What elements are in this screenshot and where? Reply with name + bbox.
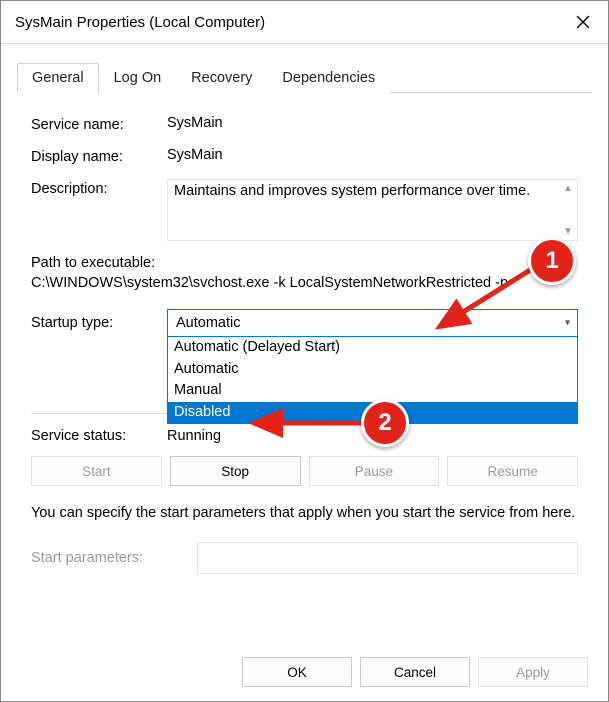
description-scrollbar[interactable]: ▲ ▼ (561, 182, 575, 238)
pause-button: Pause (309, 456, 440, 486)
dialog-button-row: OK Cancel Apply (242, 657, 588, 687)
annotation-arrow-2 (247, 413, 377, 433)
label-description: Description: (31, 179, 167, 197)
start-params-hint: You can specify the start parameters tha… (31, 504, 578, 524)
tab-strip: General Log On Recovery Dependencies (17, 62, 592, 93)
start-parameters-input (197, 542, 578, 574)
description-box[interactable]: Maintains and improves system performanc… (167, 179, 578, 241)
value-display-name: SysMain (167, 147, 223, 163)
description-text: Maintains and improves system performanc… (174, 183, 530, 199)
tab-body-general: Service name: SysMain Display name: SysM… (1, 93, 608, 602)
tab-recovery[interactable]: Recovery (176, 63, 267, 93)
label-service-name: Service name: (31, 115, 167, 133)
label-service-status: Service status: (31, 428, 167, 444)
tab-dependencies[interactable]: Dependencies (267, 63, 390, 93)
annotation-callout-1: 1 (528, 237, 576, 285)
startup-option-manual[interactable]: Manual (168, 380, 577, 402)
startup-type-selected: Automatic (176, 315, 240, 331)
tab-general[interactable]: General (17, 63, 99, 93)
value-service-status: Running (167, 428, 221, 444)
apply-button: Apply (478, 657, 588, 687)
scroll-down-icon[interactable]: ▼ (561, 225, 575, 239)
annotation-callout-2: 2 (361, 399, 409, 447)
properties-dialog: SysMain Properties (Local Computer) Gene… (0, 0, 609, 702)
ok-button[interactable]: OK (242, 657, 352, 687)
titlebar: SysMain Properties (Local Computer) (1, 1, 608, 44)
stop-button[interactable]: Stop (170, 456, 301, 486)
cancel-button[interactable]: Cancel (360, 657, 470, 687)
value-service-name: SysMain (167, 115, 223, 131)
tab-log-on[interactable]: Log On (99, 63, 177, 93)
startup-option-automatic[interactable]: Automatic (168, 359, 577, 381)
close-button[interactable] (560, 5, 606, 39)
start-button: Start (31, 456, 162, 486)
close-icon (576, 15, 590, 29)
label-start-parameters: Start parameters: (31, 550, 197, 566)
scroll-up-icon[interactable]: ▲ (561, 182, 575, 196)
label-display-name: Display name: (31, 147, 167, 165)
label-startup-type: Startup type: (31, 315, 167, 331)
window-title: SysMain Properties (Local Computer) (15, 14, 265, 31)
resume-button: Resume (447, 456, 578, 486)
chevron-down-icon: ▾ (565, 318, 570, 329)
